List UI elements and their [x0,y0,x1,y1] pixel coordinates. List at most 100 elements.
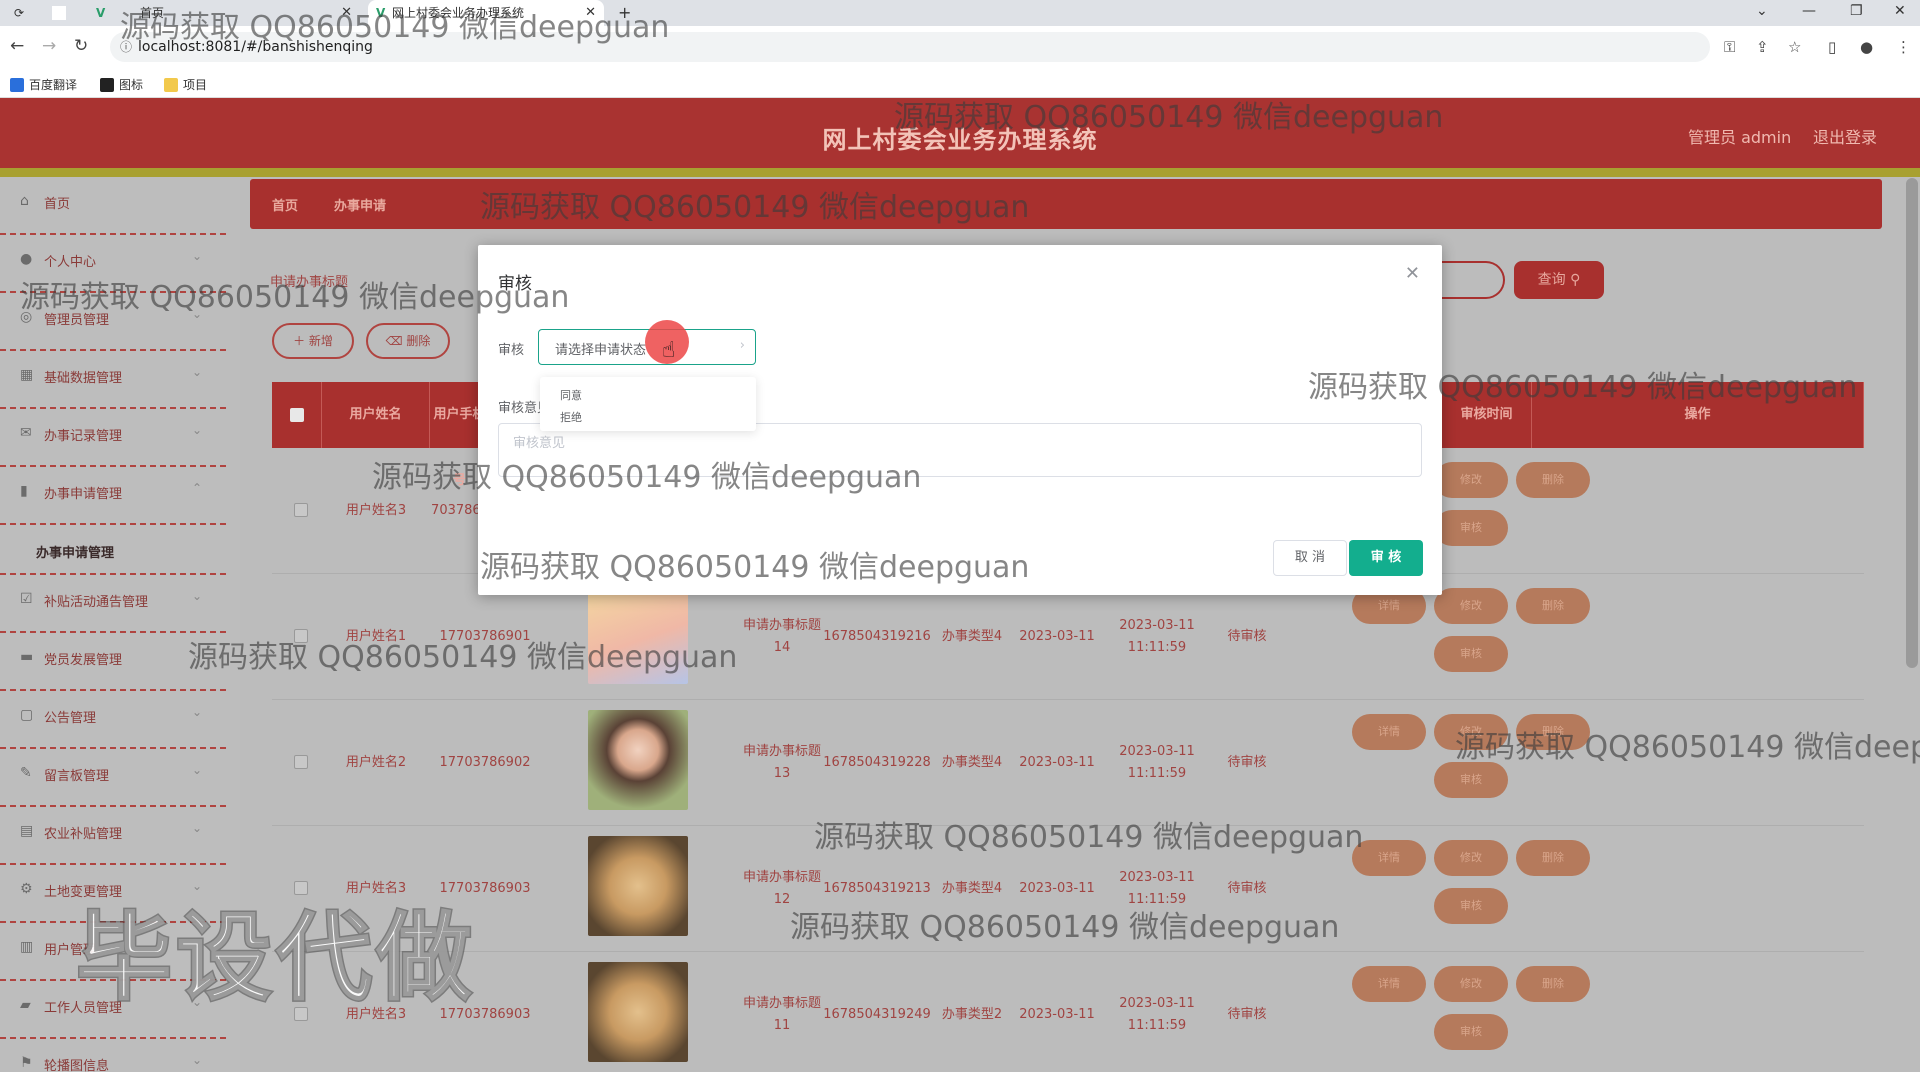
detail-button[interactable]: 详情 [1352,966,1426,1002]
sidepanel-icon[interactable]: ▯ [1828,38,1836,56]
browser-icon[interactable]: ⟳ [14,0,24,26]
sidebar-item-label: 党员发展管理 [44,653,123,668]
sidebar-item-records[interactable]: ✉ 办事记录管理 ⌄ [0,409,226,467]
monitor-icon: ▬ [20,649,34,665]
select-all-checkbox[interactable] [289,407,304,422]
minimize-icon[interactable]: — [1802,0,1816,22]
edit-button[interactable]: 修改 [1434,966,1508,1002]
share-icon[interactable]: ⇪ [1756,38,1769,56]
sidebar-item-carousel[interactable]: ⚑ 轮播图信息 ⌄ [0,1039,226,1072]
sidebar-item-label: 公告管理 [44,711,97,726]
sidebar-item-basic-data[interactable]: ▦ 基础数据管理 ⌄ [0,351,226,409]
flag-icon: ⚑ [20,1055,33,1071]
row-checkbox[interactable] [294,755,308,769]
confirm-review-button[interactable]: 审 核 [1349,540,1423,576]
sidebar-item-agri-subsidy[interactable]: ▤ 农业补贴管理 ⌄ [0,807,226,865]
chevron-right-icon: › [739,338,745,353]
review-button[interactable]: 审核 [1434,636,1508,672]
delete-label: 删除 [1542,473,1564,486]
option-approve[interactable]: 同意 [560,387,582,403]
trash-icon: ▥ [20,939,34,955]
gear-icon: ⚙ [20,881,33,897]
delete-button[interactable]: 删除 [1516,966,1590,1002]
search-button[interactable]: 查询 ⚲ [1514,261,1604,299]
clipboard-icon: ▤ [20,823,34,839]
review-label: 审核 [1460,1025,1482,1038]
watermark: 源码获取 QQ86050149 微信deepguan [1455,730,1920,765]
hand-cursor-icon: ☝ [662,338,676,363]
vue-icon: V [96,6,106,20]
edit-button[interactable]: 修改 [1434,840,1508,876]
watermark: 源码获取 QQ86050149 微信deepguan [372,460,922,495]
review-label: 审核 [1460,521,1482,534]
breadcrumb-home[interactable]: 首页 [272,195,298,214]
forward-icon[interactable]: → [42,36,56,56]
reload-icon[interactable]: ↻ [74,36,88,56]
bookmark-label: 项目 [183,78,208,92]
edit-label: 修改 [1460,977,1482,990]
watermark: 源码获取 QQ86050149 微信deepguan [1308,370,1858,405]
edit-button[interactable]: 修改 [1434,462,1508,498]
sidebar-item-announcements[interactable]: ▢ 公告管理 ⌄ [0,691,226,749]
cell-type: 办事类型4 [941,755,1003,770]
menu-icon[interactable]: ⋮ [1896,38,1911,56]
review-button[interactable]: 审核 [1434,888,1508,924]
profile-icon[interactable]: ● [1860,38,1873,56]
sidebar-item-subsidy-notices[interactable]: ☑ 补贴活动通告管理 ⌄ [0,575,226,633]
batch-delete-button[interactable]: ⌫ 删除 [366,323,450,359]
cancel-button[interactable]: 取 消 [1273,540,1347,576]
logout-link[interactable]: 退出登录 [1813,124,1877,148]
mail-icon: ✉ [20,425,32,441]
chevron-up-icon: ⌃ [191,481,202,495]
back-icon[interactable]: ← [10,36,24,56]
sidebar-subitem-applications[interactable]: 办事申请管理 [0,525,226,575]
delete-button-label: 删除 [406,334,431,348]
chevron-down-icon: ⌄ [191,589,202,603]
avatar-image [588,710,688,810]
avatar-image [588,836,688,936]
detail-button[interactable]: 详情 [1352,714,1426,750]
sidebar-item-home[interactable]: ⌂ 首页 [0,177,226,235]
star-icon[interactable]: ☆ [1788,38,1801,56]
key-icon[interactable]: ⚿ [1724,38,1735,56]
edit-button[interactable]: 修改 [1434,588,1508,624]
option-reject[interactable]: 拒绝 [560,409,582,425]
sidebar-item-label: 个人中心 [44,255,97,270]
page-scrollbar[interactable] [1906,178,1918,668]
delete-label: 删除 [1542,851,1564,864]
select-all-cell[interactable] [272,382,322,448]
review-button[interactable]: 审核 [1434,762,1508,798]
cell-number: 1678504319228 [823,755,931,770]
delete-button[interactable]: 删除 [1516,588,1590,624]
bookmark-icons[interactable]: 图标 [100,76,143,93]
tab-search-icon[interactable]: ⌄ [1756,0,1768,22]
image-icon [100,77,114,92]
sidebar-item-label: 首页 [44,197,71,212]
watermark: 源码获取 QQ86050149 微信deepguan [480,190,1030,225]
watermark: 源码获取 QQ86050149 微信deepguan [20,280,570,315]
restore-icon[interactable]: ❐ [1850,0,1863,22]
watermark: 源码获取 QQ86050149 微信deepguan [188,640,738,675]
bookmark-baidu-translate[interactable]: 百度翻译 [10,76,77,93]
search-input[interactable] [1435,261,1505,299]
sidebar-item-applications[interactable]: ▮ 办事申请管理 ⌃ [0,467,226,525]
watermark: 源码获取 QQ86050149 微信deepguan [480,550,1030,585]
review-label: 审核 [1460,647,1482,660]
close-icon[interactable]: ✕ [1405,263,1420,284]
sidebar-item-message-board[interactable]: ✎ 留言板管理 ⌄ [0,749,226,807]
add-button[interactable]: ＋ 新增 [272,323,354,359]
cell-type: 办事类型2 [941,1007,1003,1022]
delete-button[interactable]: 删除 [1516,462,1590,498]
admin-label: 管理员 admin [1688,128,1792,147]
review-button[interactable]: 审核 [1434,510,1508,546]
search-icon: ⚲ [1570,272,1581,288]
review-button[interactable]: 审核 [1434,1014,1508,1050]
cell-username: 用户姓名2 [345,755,407,770]
window-close-icon[interactable]: ✕ [1894,0,1906,22]
cell-status: 待审核 [1227,1007,1267,1022]
cell-number: 1678504319249 [823,1007,931,1022]
bookmark-project[interactable]: 项目 [164,76,207,93]
delete-button[interactable]: 删除 [1516,840,1590,876]
blank-tab-icon[interactable] [52,6,66,20]
row-checkbox[interactable] [294,503,308,517]
